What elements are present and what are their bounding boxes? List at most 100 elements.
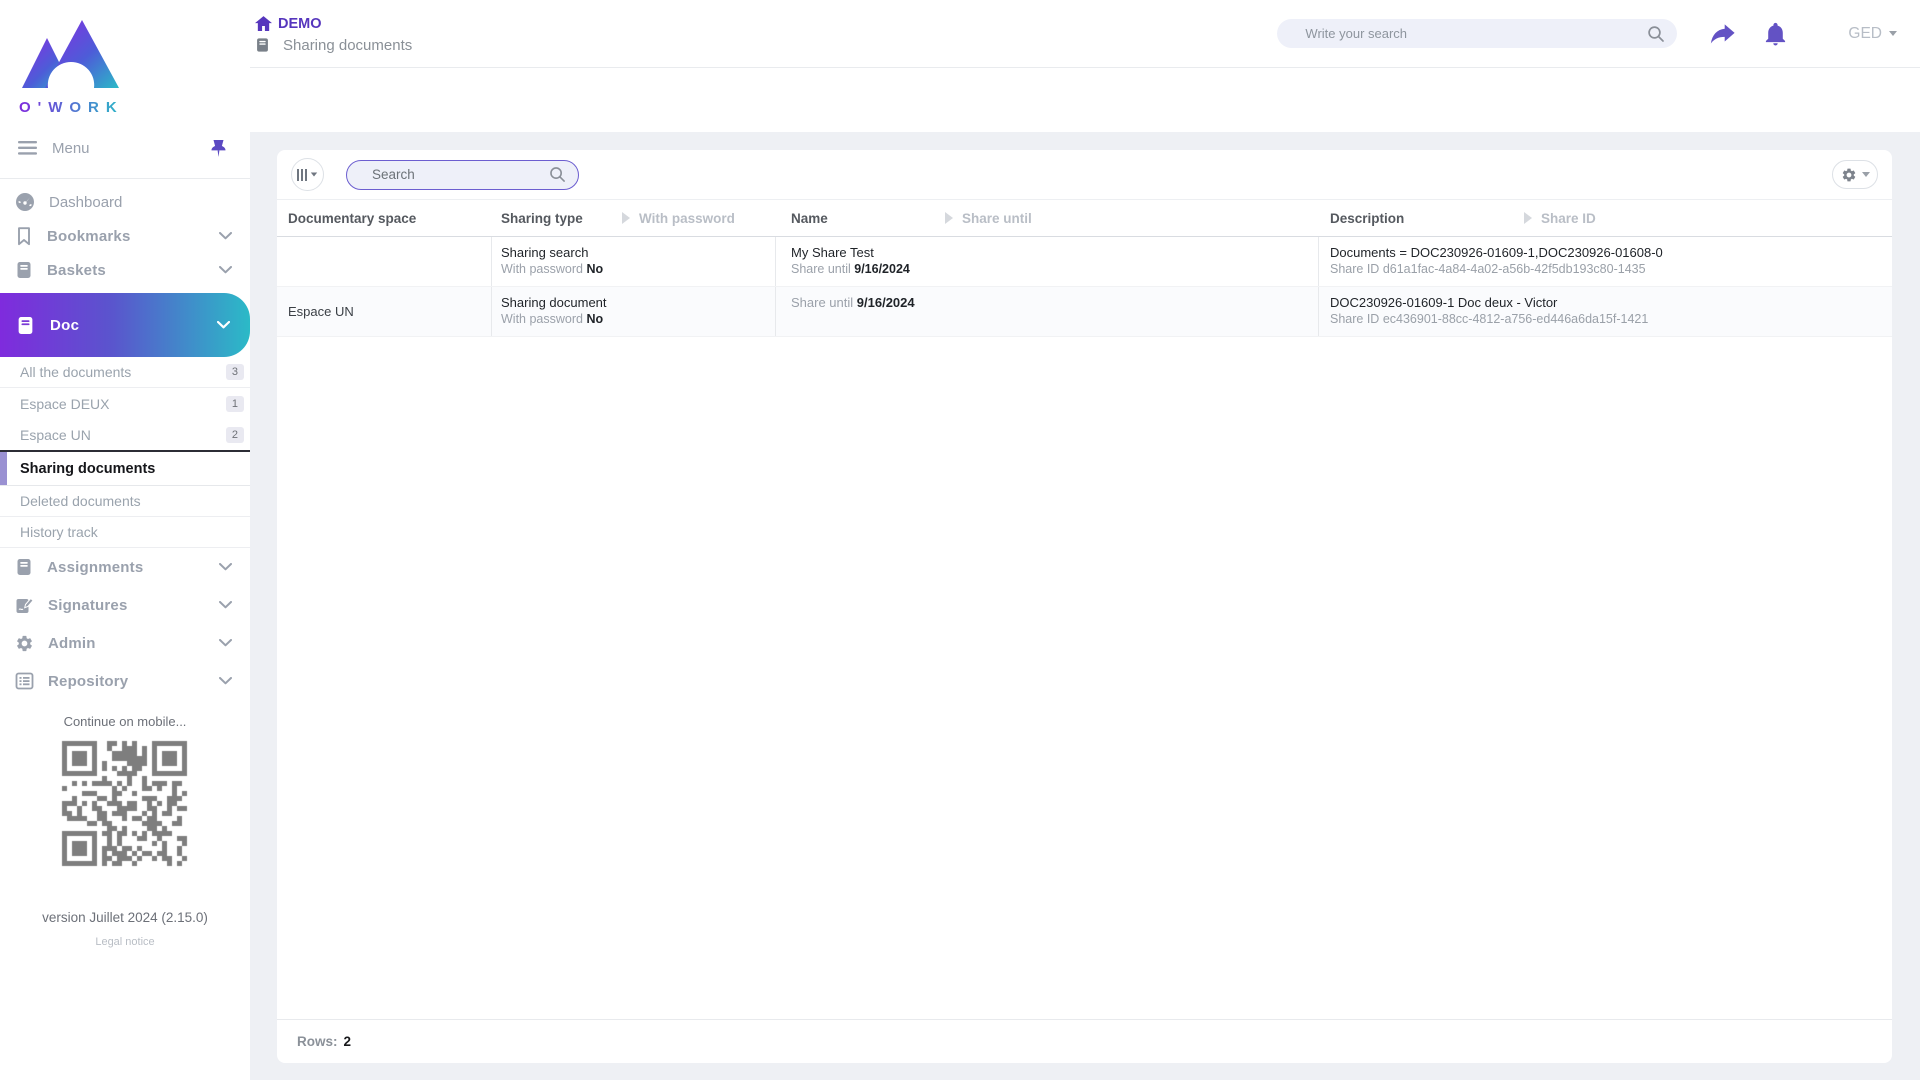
with-password-value: No [586, 312, 603, 326]
assignments-label: Assignments [47, 559, 143, 576]
rows-count: 2 [344, 1034, 352, 1049]
caret-down-icon [311, 173, 317, 177]
subitem-label: All the documents [20, 364, 131, 380]
subitem-label: Espace DEUX [20, 396, 109, 412]
share-until-value: 9/16/2024 [857, 295, 915, 310]
table-settings-button[interactable] [1832, 160, 1878, 189]
legal-notice-link[interactable]: Legal notice [0, 936, 250, 948]
topbar: DEMO Sharing documents [250, 0, 1920, 132]
column-label[interactable]: Name [791, 211, 828, 226]
sidebar-item-repository[interactable]: Repository [0, 662, 250, 700]
chevron-down-icon [219, 677, 232, 685]
sidebar-item-espace-un[interactable]: Espace UN 2 [0, 419, 250, 450]
columns-button[interactable] [291, 158, 324, 191]
page-title: Sharing documents [283, 37, 412, 54]
bell-icon [1763, 21, 1788, 47]
sidebar-divider [0, 178, 250, 179]
group-arrow-icon [945, 212, 953, 224]
subitem-label: Deleted documents [20, 493, 141, 509]
share-button[interactable] [1709, 23, 1736, 45]
chevron-down-icon [219, 266, 232, 274]
column-header-documentary-space: Documentary space [277, 200, 492, 236]
caret-down-icon [1889, 31, 1897, 36]
column-header-description: Description Share ID [1319, 200, 1892, 236]
pin-sidebar-icon[interactable] [211, 140, 226, 157]
doc-label: Doc [50, 317, 79, 334]
admin-label: Admin [48, 635, 96, 652]
sidebar-item-doc[interactable]: Doc [0, 293, 250, 357]
sidebar-item-signatures[interactable]: Signatures [0, 586, 250, 624]
column-header-name: Name Share until [776, 200, 1319, 236]
hamburger-icon [18, 141, 37, 155]
column-label[interactable]: Documentary space [288, 211, 416, 226]
with-password-value: No [586, 262, 603, 276]
chevron-down-icon [219, 232, 232, 240]
mobile-hint: Continue on mobile... [0, 714, 250, 729]
sharing-type-value: Sharing document [501, 294, 775, 311]
sidebar-item-baskets[interactable]: Baskets [0, 253, 250, 287]
column-label[interactable]: Description [1330, 211, 1404, 226]
breadcrumb: DEMO Sharing documents [250, 14, 412, 54]
sidebar-item-bookmarks[interactable]: Bookmarks [0, 219, 250, 253]
column-header-share-until[interactable]: Share until [945, 211, 1032, 226]
table-row[interactable]: Sharing search With password No My Share… [277, 237, 1892, 287]
sidebar-item-espace-deux[interactable]: Espace DEUX 1 [0, 388, 250, 419]
notifications-button[interactable] [1763, 21, 1788, 47]
share-id-value: d61a1fac-4a84-4a02-a56b-42f5db193c80-143… [1383, 262, 1646, 276]
column-sublabel: Share until [962, 211, 1032, 226]
count-badge: 3 [226, 364, 244, 380]
description-value: Documents = DOC230926-01609-1,DOC230926-… [1330, 244, 1892, 261]
sidebar-item-all-the-documents[interactable]: All the documents 3 [0, 357, 250, 388]
group-arrow-icon [622, 212, 630, 224]
chevron-down-icon [217, 321, 230, 329]
caret-down-icon [1862, 172, 1870, 177]
column-header-share-id[interactable]: Share ID [1524, 211, 1596, 226]
column-sublabel: Share ID [1541, 211, 1596, 226]
cell-description: Documents = DOC230926-01609-1,DOC230926-… [1319, 237, 1892, 286]
content-background: Documentary space Sharing type With pass… [250, 132, 1920, 1080]
column-header-with-password[interactable]: With password [622, 211, 735, 226]
column-header-sharing-type: Sharing type With password [492, 200, 776, 236]
column-label[interactable]: Sharing type [501, 211, 583, 226]
cell-sharing-type: Sharing search With password No [492, 237, 776, 286]
sidebar-menu-toggle[interactable]: Menu [0, 126, 250, 170]
sidebar-item-admin[interactable]: Admin [0, 624, 250, 662]
table-empty-space [277, 337, 1892, 1019]
qr-code [59, 738, 191, 870]
dashboard-label: Dashboard [49, 194, 122, 211]
user-menu-dropdown[interactable]: GED [1848, 25, 1897, 43]
global-search-input[interactable] [1305, 26, 1647, 41]
sidebar-item-assignments[interactable]: Assignments [0, 548, 250, 586]
table-search-input[interactable] [372, 167, 549, 182]
subitem-label: History track [20, 524, 98, 540]
sidebar: O'WORK Menu [0, 0, 250, 1080]
sidebar-item-history-track[interactable]: History track [0, 517, 250, 548]
sidebar-item-dashboard[interactable]: Dashboard [0, 185, 250, 219]
owork-logo-icon: O'WORK [16, 16, 122, 120]
count-badge: 2 [226, 427, 244, 443]
sidebar-item-sharing-documents[interactable]: Sharing documents [0, 450, 250, 486]
sharing-type-value: Sharing search [501, 244, 775, 261]
breadcrumb-home-link[interactable]: DEMO [255, 16, 412, 32]
gear-icon [15, 634, 34, 653]
sidebar-item-deleted-documents[interactable]: Deleted documents [0, 486, 250, 517]
global-search [1277, 19, 1677, 48]
table-header: Documentary space Sharing type With pass… [277, 200, 1892, 237]
baskets-icon [15, 261, 33, 279]
search-icon[interactable] [549, 166, 566, 183]
user-label: GED [1848, 25, 1882, 43]
baskets-label: Baskets [47, 262, 106, 279]
mobile-block: Continue on mobile... version Juillet 20… [0, 714, 250, 948]
bookmarks-label: Bookmarks [47, 228, 131, 245]
signatures-icon [15, 596, 34, 614]
chevron-down-icon [219, 639, 232, 647]
table-row[interactable]: Espace UN Sharing document With password… [277, 287, 1892, 337]
bookmark-icon [15, 227, 33, 246]
owork-logo-text: O'WORK [19, 99, 122, 116]
breadcrumb-home-label: DEMO [278, 16, 322, 32]
main-area: DEMO Sharing documents [250, 0, 1920, 1080]
search-icon[interactable] [1647, 25, 1665, 43]
app-logo[interactable]: O'WORK [0, 0, 250, 124]
cell-documentary-space [277, 237, 492, 286]
table-toolbar [277, 150, 1892, 200]
